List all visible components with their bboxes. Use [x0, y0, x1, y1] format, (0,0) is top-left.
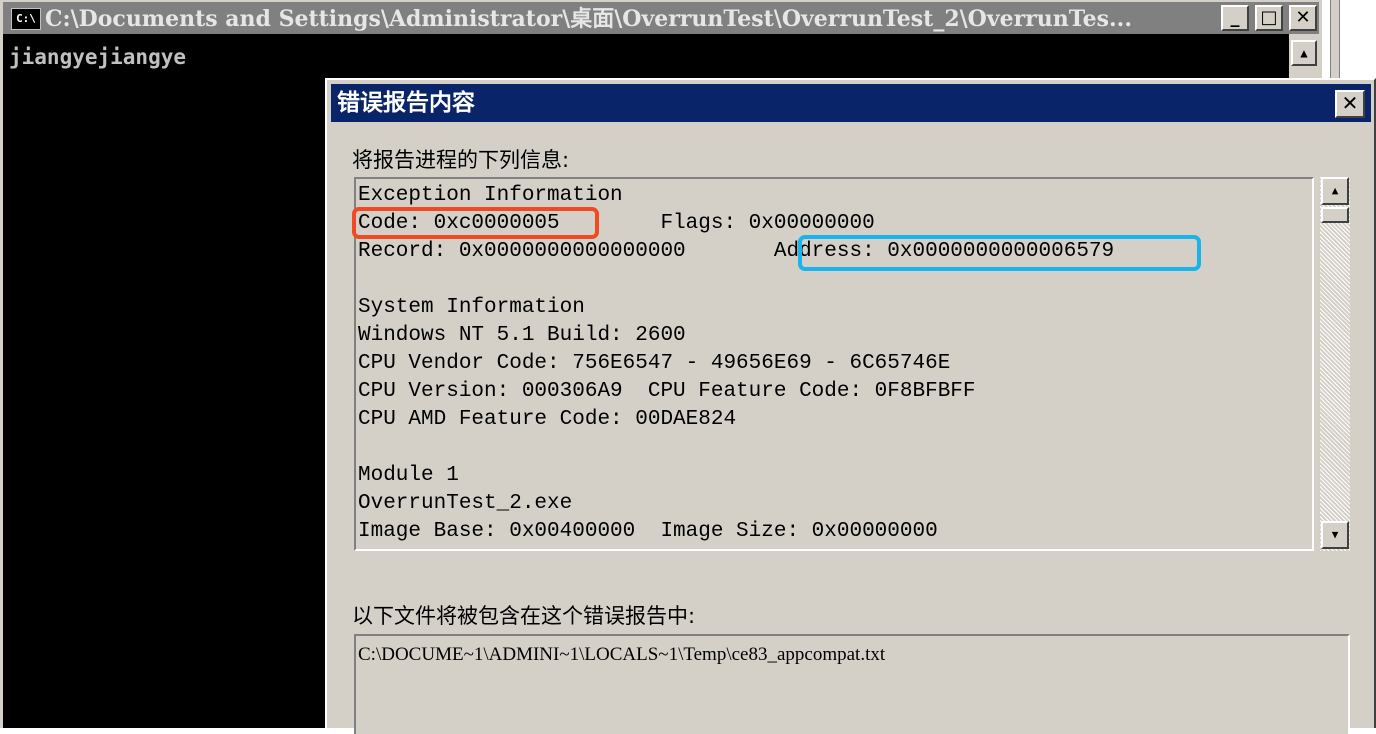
report-line [358, 434, 1114, 462]
report-line: CPU Version: 000306A9 CPU Feature Code: … [358, 380, 976, 403]
maximize-button[interactable]: □ [1255, 5, 1283, 31]
report-line: System Information [358, 296, 585, 319]
report-line: Windows NT 5.1 Build: 2600 [358, 324, 686, 347]
report-scroll-thumb[interactable] [1321, 207, 1349, 223]
included-file-item: C:\DOCUME~1\ADMINI~1\LOCALS~1\Temp\ce83_… [358, 644, 886, 665]
report-line: Exception Information [358, 184, 623, 207]
included-files-label: 以下文件将被包含在这个错误报告中: [352, 604, 696, 628]
console-scroll-up-button[interactable]: ▲ [1291, 40, 1317, 66]
error-report-dialog: 错误报告内容 ✕ 将报告进程的下列信息: Exception Informati… [325, 78, 1376, 734]
report-scroll-down-button[interactable]: ▼ [1321, 521, 1349, 549]
report-scrollbar[interactable]: ▲ ▼ [1320, 177, 1350, 551]
dialog-close-button[interactable]: ✕ [1335, 90, 1365, 118]
included-files-list[interactable]: C:\DOCUME~1\ADMINI~1\LOCALS~1\Temp\ce83_… [354, 634, 1350, 734]
dialog-title: 错误报告内容 [337, 90, 475, 116]
console-app-icon[interactable]: C:\ [11, 8, 41, 30]
dialog-titlebar[interactable]: 错误报告内容 ✕ [331, 84, 1371, 122]
console-close-button[interactable]: ✕ [1289, 5, 1317, 31]
report-line: Module 1 [358, 464, 459, 487]
report-line: Image Base: 0x00400000 Image Size: 0x000… [358, 520, 938, 543]
report-line: OverrunTest_2.exe [358, 492, 573, 515]
report-info-label: 将报告进程的下列信息: [352, 148, 570, 172]
console-output: jiangyejiangye [9, 45, 187, 69]
address-highlight-box [798, 235, 1201, 271]
code-highlight-box [352, 207, 599, 239]
report-line: CPU AMD Feature Code: 00DAE824 [358, 408, 737, 431]
console-title: C:\Documents and Settings\Administrator\… [45, 6, 1132, 32]
minimize-button[interactable]: _ [1221, 5, 1249, 31]
report-line: CPU Vendor Code: 756E6547 - 49656E69 - 6… [358, 352, 951, 375]
console-titlebar[interactable]: C:\ C:\Documents and Settings\Administra… [3, 0, 1319, 34]
report-scroll-up-button[interactable]: ▲ [1321, 177, 1349, 205]
